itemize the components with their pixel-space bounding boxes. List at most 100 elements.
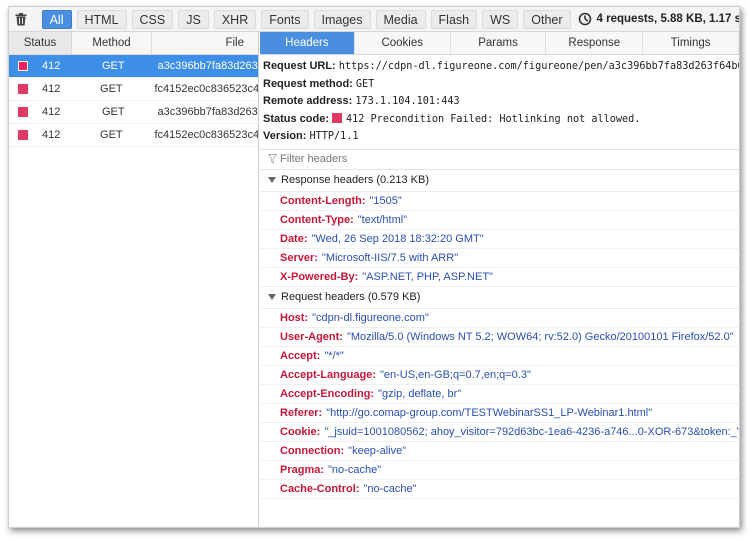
request-list: Status Method File 412 GET a3c396bb7fa83… <box>9 32 259 527</box>
trash-icon[interactable] <box>13 8 30 30</box>
request-status: 412 <box>42 106 61 118</box>
request-header-row: Accept: "*/*" <box>260 347 739 366</box>
column-file[interactable]: File <box>152 32 258 54</box>
response-header-row: Content-Type: "text/html" <box>260 211 739 230</box>
request-details: Headers Cookies Params Response Timings … <box>260 32 739 527</box>
request-row[interactable]: 412 GET fc4152ec0c836523c4c <box>9 78 258 101</box>
header-name: Connection: <box>280 444 345 457</box>
version-label: Version: <box>263 130 307 142</box>
status-indicator <box>18 84 28 94</box>
request-url-line: Request URL: https://cdpn-dl.figureone.c… <box>263 58 739 76</box>
filter-flash[interactable]: Flash <box>430 9 478 29</box>
header-value: "1505" <box>369 194 402 207</box>
header-value: "ASP.NET, PHP, ASP.NET" <box>362 270 493 283</box>
request-header-row: Pragma: "no-cache" <box>260 461 739 480</box>
header-value: "no-cache" <box>363 482 417 495</box>
request-file: a3c396bb7fa83d263f <box>157 60 258 72</box>
header-name: Pragma: <box>280 463 325 476</box>
request-header-row: Accept-Language: "en-US,en-GB;q=0.7,en;q=… <box>260 366 739 385</box>
response-header-row: Date: "Wed, 26 Sep 2018 18:32:20 GMT" <box>260 230 739 249</box>
request-row[interactable]: 412 GET a3c396bb7fa83d263f <box>9 55 258 78</box>
filter-headers-input[interactable] <box>280 153 580 165</box>
header-value: "Microsoft-IIS/7.5 with ARR" <box>321 251 459 264</box>
request-row[interactable]: 412 GET fc4152ec0c836523c4c <box>9 124 258 147</box>
request-header-row: Cache-Control: "no-cache" <box>260 480 739 499</box>
request-header-row: User-Agent: "Mozilla/5.0 (Windows NT 5.2;… <box>260 328 739 347</box>
request-method: GET <box>102 60 125 72</box>
tab-timings[interactable]: Timings <box>643 32 739 54</box>
filter-ws[interactable]: WS <box>482 9 519 29</box>
header-value: "http://go.comap-group.com/TESTWebinarSS… <box>326 406 653 419</box>
request-header-row: Host: "cdpn-dl.figureone.com" <box>260 309 739 328</box>
response-header-row: Server: "Microsoft-IIS/7.5 with ARR" <box>260 249 739 268</box>
detail-tabs: Headers Cookies Params Response Timings <box>260 32 739 55</box>
summary-text: 4 requests, 5.88 KB, 1.17 s <box>596 13 740 25</box>
request-summary-block: Request URL: https://cdpn-dl.figureone.c… <box>260 55 739 146</box>
status-indicator <box>18 130 28 140</box>
request-header-row: Referer: "http://go.comap-group.com/TESTW… <box>260 404 739 423</box>
header-name: Accept: <box>280 349 321 362</box>
request-file: fc4152ec0c836523c4c <box>154 83 259 95</box>
response-header-row: X-Powered-By: "ASP.NET, PHP, ASP.NET" <box>260 268 739 287</box>
header-value: "*/*" <box>324 349 344 362</box>
request-summary: 4 requests, 5.88 KB, 1.17 s <box>578 12 740 26</box>
request-headers-section[interactable]: Request headers (0.579 KB) <box>260 287 739 309</box>
header-value: "keep-alive" <box>348 444 407 457</box>
status-code-line: Status code: 412 Precondition Failed: Hot… <box>263 111 739 129</box>
tab-response[interactable]: Response <box>546 32 644 54</box>
header-name: Accept-Encoding: <box>280 387 375 400</box>
header-name: Content-Length: <box>280 194 366 207</box>
tab-params[interactable]: Params <box>451 32 547 54</box>
header-name: Host: <box>280 311 309 324</box>
http-version: HTTP/1.1 <box>309 131 359 142</box>
request-file: a3c396bb7fa83d263f <box>157 106 258 118</box>
header-name: Cache-Control: <box>280 482 360 495</box>
header-name: User-Agent: <box>280 330 343 343</box>
tab-cookies[interactable]: Cookies <box>355 32 451 54</box>
list-header: Status Method File <box>9 32 258 55</box>
request-method-label: Request method: <box>263 77 353 90</box>
version-line: Version: HTTP/1.1 <box>263 128 739 146</box>
request-header-row: Accept-Encoding: "gzip, deflate, br" <box>260 385 739 404</box>
filter-media[interactable]: Media <box>375 9 426 29</box>
response-header-row: Content-Length: "1505" <box>260 192 739 211</box>
remote-address-label: Remote address: <box>263 95 353 107</box>
response-headers-title: Response headers (0.213 KB) <box>281 174 429 186</box>
status-code-label: Status code: <box>263 112 330 125</box>
filter-images[interactable]: Images <box>313 9 371 29</box>
header-name: Accept-Language: <box>280 368 376 381</box>
request-method: GET <box>100 129 123 141</box>
header-name: Content-Type: <box>280 213 354 226</box>
funnel-icon <box>268 154 277 164</box>
filter-css[interactable]: CSS <box>131 9 174 29</box>
filter-fonts[interactable]: Fonts <box>261 9 309 29</box>
filter-js[interactable]: JS <box>178 9 209 29</box>
network-monitor: All HTML CSS JS XHR Fonts Images Media F… <box>8 6 740 528</box>
filter-xhr[interactable]: XHR <box>213 9 257 29</box>
header-name: Referer: <box>280 406 323 419</box>
filter-html[interactable]: HTML <box>76 9 127 29</box>
request-method: GET <box>100 83 123 95</box>
tab-headers[interactable]: Headers <box>260 32 355 54</box>
request-row[interactable]: 412 GET a3c396bb7fa83d263f <box>9 101 258 124</box>
column-status[interactable]: Status <box>9 32 72 54</box>
request-method: GET <box>102 106 125 118</box>
header-value: "Wed, 26 Sep 2018 18:32:20 GMT" <box>311 232 484 245</box>
stopwatch-icon <box>578 12 591 26</box>
column-method[interactable]: Method <box>72 32 152 54</box>
response-headers-section[interactable]: Response headers (0.213 KB) <box>260 170 739 192</box>
expand-arrow-icon <box>268 177 276 183</box>
request-file: fc4152ec0c836523c4c <box>154 129 259 141</box>
request-url-label: Request URL: <box>263 60 336 72</box>
header-name: Cookie: <box>280 425 321 438</box>
header-value: "cdpn-dl.figureone.com" <box>312 311 429 324</box>
filter-all[interactable]: All <box>41 9 72 29</box>
header-value: "no-cache" <box>328 463 382 476</box>
request-header-row: Cookie: "_jsuid=1001080562; ahoy_visitor=… <box>260 423 739 442</box>
status-indicator <box>18 107 28 117</box>
status-code: 412 Precondition Failed: Hotlinking not … <box>346 113 641 125</box>
status-indicator <box>18 61 28 71</box>
request-headers-title: Request headers (0.579 KB) <box>281 291 421 303</box>
filter-other[interactable]: Other <box>523 9 571 29</box>
request-status: 412 <box>42 60 61 72</box>
